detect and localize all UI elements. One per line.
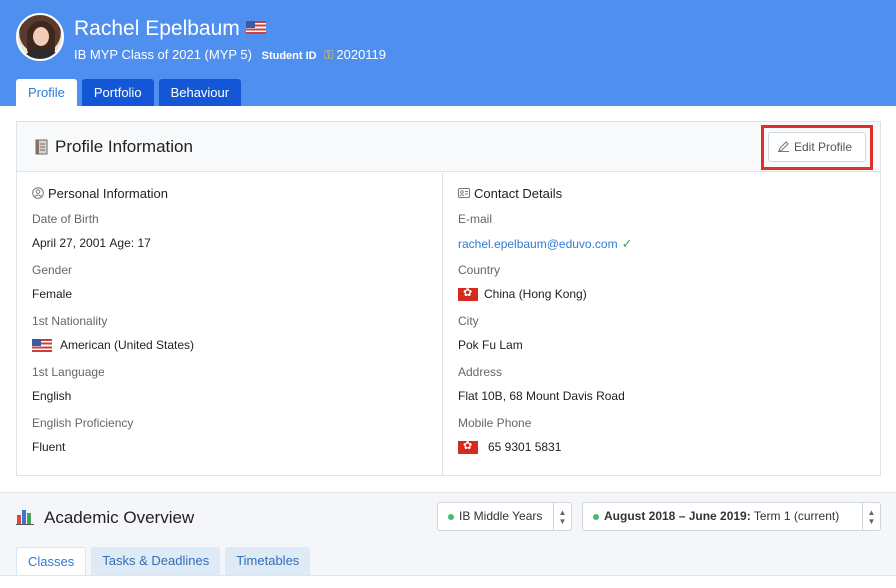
- profile-card: Profile Information Edit Profile Persona…: [16, 121, 881, 476]
- email-label: E-mail: [458, 212, 493, 226]
- proficiency-field: English Proficiency Fluent: [32, 416, 133, 454]
- subtab-timetables[interactable]: Timetables: [225, 547, 311, 575]
- phone-value-text: 65 9301 5831: [488, 440, 562, 454]
- subtab-tasks-deadlines[interactable]: Tasks & Deadlines: [91, 547, 221, 575]
- email-value: rachel.epelbaum@eduvo.com ✓: [458, 236, 633, 252]
- tab-profile[interactable]: Profile: [16, 79, 77, 106]
- nationality-field: 1st Nationality American (United States): [32, 314, 194, 352]
- language-value: English: [32, 389, 72, 403]
- country-field: Country China (Hong Kong): [458, 263, 587, 301]
- tab-behaviour[interactable]: Behaviour: [158, 79, 242, 106]
- profile-card-header: Profile Information Edit Profile: [17, 122, 880, 172]
- gender-field: Gender Female: [32, 263, 72, 301]
- subtab-classes[interactable]: Classes: [16, 547, 87, 575]
- country-value: China (Hong Kong): [458, 286, 587, 301]
- person-icon: [32, 187, 44, 199]
- pencil-icon: [778, 141, 789, 152]
- student-header: Rachel Epelbaum IB MYP Class of 2021 (MY…: [0, 0, 896, 106]
- us-flag-icon: [32, 338, 52, 352]
- gender-label: Gender: [32, 263, 73, 277]
- nationality-value-text: American (United States): [60, 338, 195, 352]
- term-range: August 2018 – June 2019:: [604, 509, 751, 523]
- address-label: Address: [458, 365, 503, 379]
- proficiency-label: English Proficiency: [32, 416, 134, 430]
- subtab-content-area: [0, 575, 896, 588]
- status-dot-icon: [448, 514, 454, 520]
- language-label: 1st Language: [32, 365, 105, 379]
- verified-check-icon: ✓: [621, 236, 633, 251]
- hong-kong-flag-icon: [458, 286, 478, 301]
- column-divider: [442, 173, 443, 476]
- term-select[interactable]: August 2018 – June 2019: Term 1 (current…: [582, 502, 881, 531]
- dob-value: April 27, 2001 Age: 17: [32, 236, 151, 250]
- age-label: Age:: [109, 236, 135, 250]
- proficiency-value: Fluent: [32, 440, 66, 454]
- student-avatar: [16, 13, 64, 61]
- personal-information-heading: Personal Information: [32, 184, 432, 202]
- student-name-text: Rachel Epelbaum: [74, 17, 240, 40]
- city-value: Pok Fu Lam: [458, 338, 523, 352]
- phone-label: Mobile Phone: [458, 416, 532, 430]
- select-arrows-icon: ▲ ▼: [553, 503, 571, 530]
- gender-value: Female: [32, 287, 73, 301]
- bar-chart-icon: [16, 510, 34, 525]
- status-dot-icon: [593, 514, 599, 520]
- profile-tabs: Profile Portfolio Behaviour: [16, 79, 242, 106]
- student-name: Rachel Epelbaum: [74, 17, 266, 41]
- personal-information-section: Personal Information Date of Birth April…: [32, 184, 432, 454]
- academic-overview-title: Academic Overview: [44, 508, 195, 527]
- contact-card-icon: [458, 188, 470, 198]
- language-field: 1st Language English: [32, 365, 105, 403]
- notebook-icon: [35, 139, 48, 155]
- edit-profile-button[interactable]: Edit Profile: [768, 132, 866, 162]
- city-field: City Pok Fu Lam: [458, 314, 523, 352]
- edit-profile-label: Edit Profile: [794, 140, 853, 154]
- nationality-label: 1st Nationality: [32, 314, 108, 328]
- program-select-value: IB Middle Years: [459, 509, 543, 523]
- email-link[interactable]: rachel.epelbaum@eduvo.com: [458, 237, 618, 251]
- dob-value-text: April 27, 2001: [32, 236, 107, 250]
- country-value-text: China (Hong Kong): [484, 287, 587, 301]
- profile-card-title: Profile Information: [55, 137, 193, 156]
- address-value: Flat 10B, 68 Mount Davis Road: [458, 389, 625, 403]
- phone-field: Mobile Phone 65 9301 5831: [458, 416, 561, 454]
- key-icon: ⚿: [324, 48, 334, 62]
- select-arrows-icon: ▲ ▼: [862, 503, 880, 530]
- contact-details-section: Contact Details E-mail rachel.epelbaum@e…: [458, 184, 858, 454]
- city-label: City: [458, 314, 479, 328]
- personal-heading-text: Personal Information: [48, 185, 168, 201]
- nationality-value: American (United States): [32, 338, 194, 352]
- us-flag-icon: [245, 20, 266, 34]
- student-subline: IB MYP Class of 2021 (MYP 5) Student ID …: [74, 47, 386, 63]
- email-field: E-mail rachel.epelbaum@eduvo.com ✓: [458, 212, 633, 252]
- hong-kong-flag-icon: [458, 439, 478, 454]
- phone-value: 65 9301 5831: [458, 439, 562, 454]
- academic-subtabs: Classes Tasks & Deadlines Timetables: [16, 547, 311, 575]
- term-value: Term 1 (current): [753, 509, 840, 523]
- dob-field: Date of Birth April 27, 2001 Age: 17: [32, 212, 151, 250]
- student-id-value: 2020119: [336, 47, 387, 62]
- address-field: Address Flat 10B, 68 Mount Davis Road: [458, 365, 625, 403]
- dob-label: Date of Birth: [32, 212, 99, 226]
- program-text: IB MYP Class of 2021 (MYP 5): [74, 47, 252, 62]
- student-id-label: Student ID: [261, 50, 317, 62]
- contact-heading-text: Contact Details: [474, 185, 563, 201]
- country-label: Country: [458, 263, 501, 277]
- program-select[interactable]: IB Middle Years ▲ ▼: [437, 502, 572, 531]
- contact-details-heading: Contact Details: [458, 184, 858, 202]
- tab-portfolio[interactable]: Portfolio: [81, 79, 154, 106]
- age-value: 17: [137, 236, 151, 250]
